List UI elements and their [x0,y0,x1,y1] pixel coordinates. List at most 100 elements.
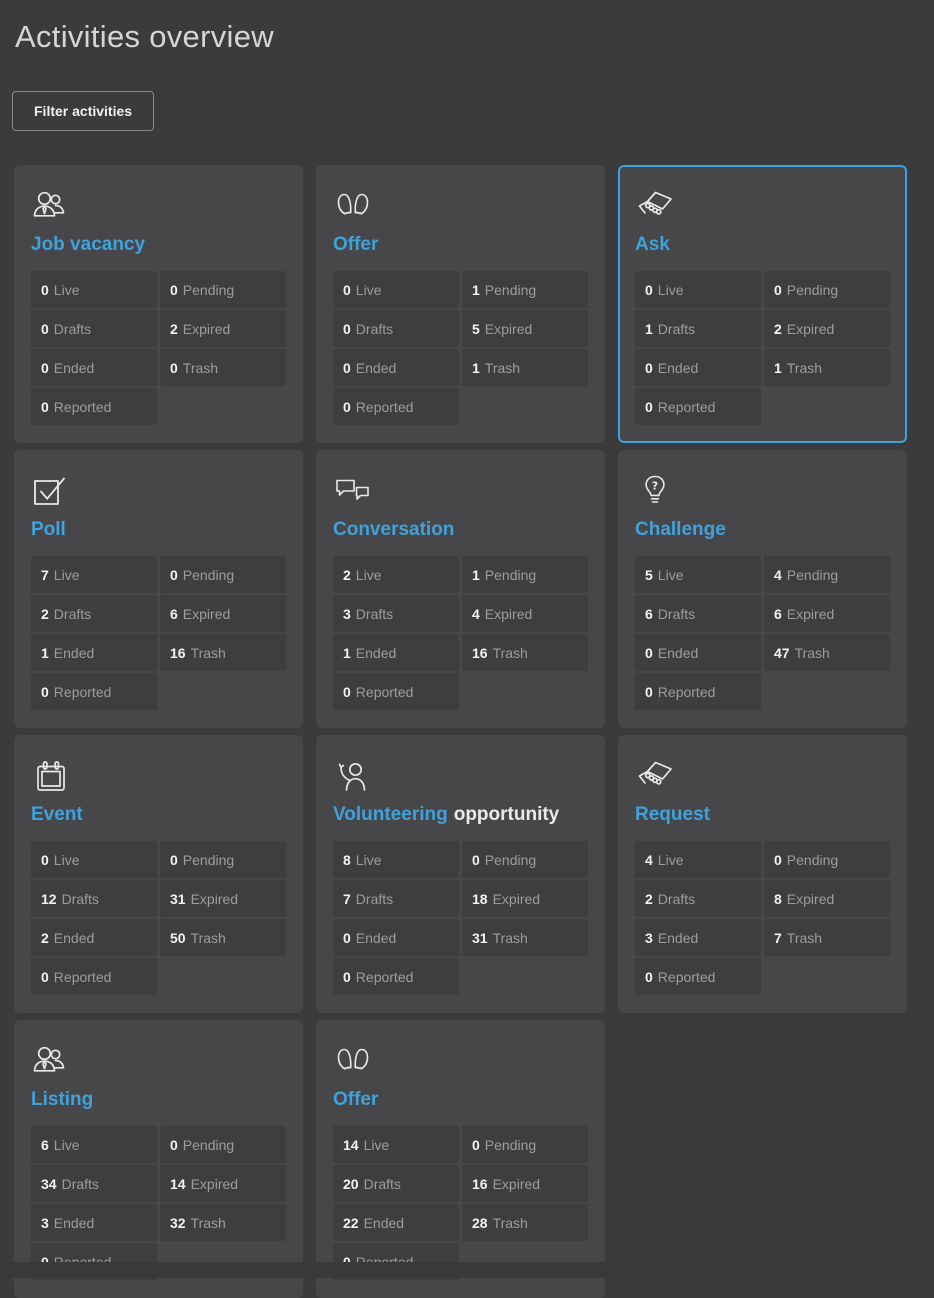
stat-trash[interactable]: 1 Trash [764,349,890,386]
stat-expired[interactable]: 18 Expired [462,880,588,917]
stat-drafts[interactable]: 0 Drafts [31,310,157,347]
stat-ended[interactable]: 3 Ended [635,919,761,956]
stat-live[interactable]: 5 Live [635,556,761,593]
stat-ended[interactable]: 0 Ended [333,919,459,956]
stat-ended[interactable]: 2 Ended [31,919,157,956]
stat-drafts[interactable]: 12 Drafts [31,880,157,917]
stat-pending[interactable]: 0 Pending [160,271,286,308]
stat-drafts[interactable]: 34 Drafts [31,1165,157,1202]
activity-title-link[interactable]: Event [31,802,286,828]
stat-expired-value: 18 [472,891,488,907]
stat-trash[interactable]: 0 Trash [160,349,286,386]
stat-ended[interactable]: 1 Ended [333,634,459,671]
stat-expired[interactable]: 5 Expired [462,310,588,347]
activity-title-text: Offer [333,1089,378,1110]
stat-drafts-value: 2 [645,891,653,907]
activity-card: Conversation 2 Live 1 Pending 3 Drafts 4… [316,450,605,728]
stat-ended[interactable]: 0 Ended [635,634,761,671]
stat-live[interactable]: 6 Live [31,1126,157,1163]
activity-title-link[interactable]: Challenge [635,517,890,543]
stat-ended[interactable]: 1 Ended [31,634,157,671]
stat-reported[interactable]: 0 Reported [31,673,157,710]
stat-expired[interactable]: 8 Expired [764,880,890,917]
stat-live-label: Live [54,1137,80,1153]
stat-live[interactable]: 4 Live [635,841,761,878]
stat-expired[interactable]: 2 Expired [764,310,890,347]
stat-live[interactable]: 0 Live [635,271,761,308]
stat-drafts[interactable]: 2 Drafts [635,880,761,917]
stat-live[interactable]: 8 Live [333,841,459,878]
stat-trash[interactable]: 28 Trash [462,1204,588,1241]
stat-pending[interactable]: 1 Pending [462,271,588,308]
stat-ended[interactable]: 22 Ended [333,1204,459,1241]
stat-pending-value: 0 [774,852,782,868]
stat-pending[interactable]: 0 Pending [160,556,286,593]
stat-ended-label: Ended [54,645,94,661]
stat-drafts[interactable]: 2 Drafts [31,595,157,632]
stat-ended[interactable]: 3 Ended [31,1204,157,1241]
activity-title-link[interactable]: Listing [31,1087,286,1113]
stat-reported[interactable]: 0 Reported [635,388,761,425]
stat-trash[interactable]: 31 Trash [462,919,588,956]
stat-trash[interactable]: 16 Trash [160,634,286,671]
stat-trash[interactable]: 16 Trash [462,634,588,671]
activity-title-link[interactable]: Poll [31,517,286,543]
stat-ended[interactable]: 0 Ended [635,349,761,386]
activity-title-link[interactable]: Offer [333,232,588,258]
filter-activities-button[interactable]: Filter activities [12,91,154,131]
stat-live-value: 7 [41,567,49,583]
stat-live[interactable]: 2 Live [333,556,459,593]
stat-reported[interactable]: 0 Reported [31,958,157,995]
stat-drafts[interactable]: 20 Drafts [333,1165,459,1202]
activity-title-link[interactable]: Job vacancy [31,232,286,258]
stat-pending[interactable]: 0 Pending [160,1126,286,1163]
stat-live[interactable]: 7 Live [31,556,157,593]
stat-expired[interactable]: 14 Expired [160,1165,286,1202]
stat-reported[interactable]: 0 Reported [333,388,459,425]
stat-reported[interactable]: 0 Reported [333,958,459,995]
stat-trash[interactable]: 50 Trash [160,919,286,956]
stat-expired[interactable]: 6 Expired [764,595,890,632]
stat-reported[interactable]: 0 Reported [635,958,761,995]
stat-expired[interactable]: 16 Expired [462,1165,588,1202]
stat-pending[interactable]: 0 Pending [764,841,890,878]
activity-title-link[interactable]: Conversation [333,517,588,543]
stat-drafts[interactable]: 0 Drafts [333,310,459,347]
stat-pending[interactable]: 1 Pending [462,556,588,593]
stat-expired[interactable]: 2 Expired [160,310,286,347]
stat-live[interactable]: 0 Live [31,841,157,878]
stat-pending[interactable]: 0 Pending [462,841,588,878]
activity-title-link[interactable]: Ask [635,232,890,258]
stat-drafts[interactable]: 6 Drafts [635,595,761,632]
stat-trash[interactable]: 47 Trash [764,634,890,671]
activity-title-link[interactable]: Request [635,802,890,828]
stat-pending[interactable]: 4 Pending [764,556,890,593]
stat-live[interactable]: 0 Live [31,271,157,308]
activity-card: Request 4 Live 0 Pending 2 Drafts 8 Expi… [618,735,907,1013]
bottom-bar [0,1262,934,1278]
stat-reported[interactable]: 0 Reported [635,673,761,710]
stat-expired-label: Expired [787,606,834,622]
stat-drafts[interactable]: 3 Drafts [333,595,459,632]
stat-drafts[interactable]: 1 Drafts [635,310,761,347]
stat-expired-label: Expired [183,606,230,622]
stat-pending[interactable]: 0 Pending [462,1126,588,1163]
stat-expired[interactable]: 4 Expired [462,595,588,632]
activity-title-link[interactable]: Volunteeringopportunity [333,802,588,828]
stat-expired[interactable]: 31 Expired [160,880,286,917]
activity-card: Challenge 5 Live 4 Pending 6 Drafts 6 Ex… [618,450,907,728]
stat-live[interactable]: 14 Live [333,1126,459,1163]
stat-trash[interactable]: 1 Trash [462,349,588,386]
stat-reported[interactable]: 0 Reported [31,388,157,425]
stat-trash[interactable]: 32 Trash [160,1204,286,1241]
stat-pending[interactable]: 0 Pending [764,271,890,308]
stat-drafts[interactable]: 7 Drafts [333,880,459,917]
stat-expired[interactable]: 6 Expired [160,595,286,632]
stat-trash[interactable]: 7 Trash [764,919,890,956]
stat-ended[interactable]: 0 Ended [333,349,459,386]
activity-title-link[interactable]: Offer [333,1087,588,1113]
stat-live[interactable]: 0 Live [333,271,459,308]
stat-ended[interactable]: 0 Ended [31,349,157,386]
stat-pending[interactable]: 0 Pending [160,841,286,878]
stat-reported[interactable]: 0 Reported [333,673,459,710]
